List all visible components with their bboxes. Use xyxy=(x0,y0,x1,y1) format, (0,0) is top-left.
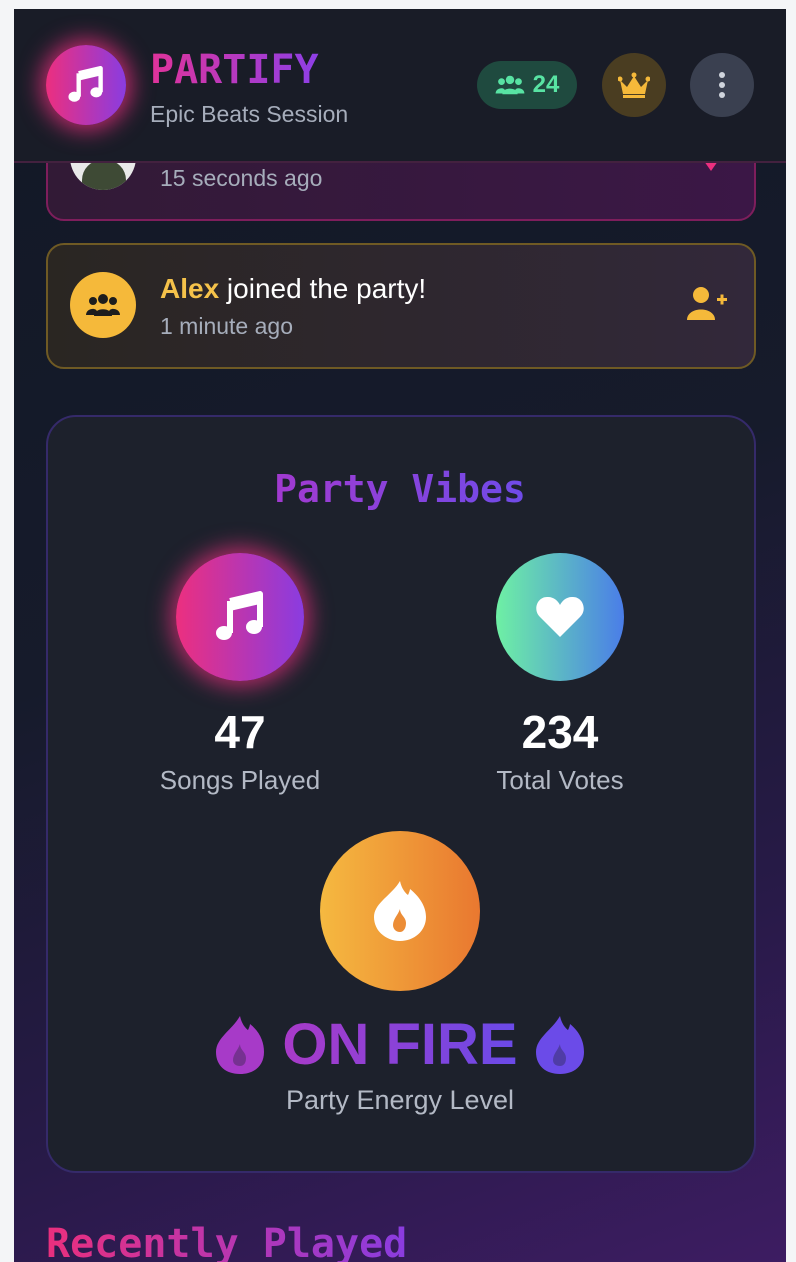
total-votes-badge xyxy=(496,553,624,681)
songs-played-value: 47 xyxy=(214,706,266,758)
crown-icon xyxy=(618,72,650,98)
energy-level-row: ON FIRE xyxy=(14,1011,786,1078)
app-viewport: 15 seconds ago Alex joined the party! 1 … xyxy=(14,9,786,1262)
recently-played-title: Recently Played xyxy=(46,1221,407,1262)
app-brand: PARTIFY xyxy=(150,47,319,93)
listener-count-badge[interactable]: 24 xyxy=(477,61,577,109)
songs-played-badge xyxy=(176,553,304,681)
host-crown-button[interactable] xyxy=(602,53,666,117)
fire-icon xyxy=(374,881,426,941)
music-note-icon xyxy=(68,66,103,102)
more-options-button[interactable] xyxy=(690,53,754,117)
energy-label: Party Energy Level xyxy=(285,1085,515,1115)
listener-count: 24 xyxy=(532,71,560,98)
fire-icon xyxy=(216,1015,265,1074)
total-votes-label: Total Votes xyxy=(496,765,624,795)
songs-played-label: Songs Played xyxy=(159,765,321,795)
fire-icon xyxy=(535,1015,584,1074)
energy-value: ON FIRE xyxy=(282,1012,518,1077)
more-vertical-icon xyxy=(719,72,725,98)
user-name: Alex xyxy=(160,273,220,304)
heart-icon xyxy=(536,596,584,637)
user-plus-icon[interactable] xyxy=(686,286,728,322)
music-note-icon xyxy=(216,591,263,640)
app-logo[interactable] xyxy=(46,45,126,125)
activity-time: 1 minute ago xyxy=(160,313,293,339)
activity-card-join xyxy=(46,243,756,369)
users-icon xyxy=(495,75,525,95)
party-vibes-title: Party Vibes xyxy=(274,467,526,511)
app-header: PARTIFY Epic Beats Session 24 xyxy=(14,9,786,163)
session-name: Epic Beats Session xyxy=(150,101,349,127)
users-icon xyxy=(70,272,136,338)
energy-badge xyxy=(320,831,480,991)
activity-time: 15 seconds ago xyxy=(160,165,323,191)
activity-message: Alex joined the party! xyxy=(160,273,426,305)
activity-text: joined the party! xyxy=(219,273,427,304)
total-votes-value: 234 xyxy=(521,706,599,758)
